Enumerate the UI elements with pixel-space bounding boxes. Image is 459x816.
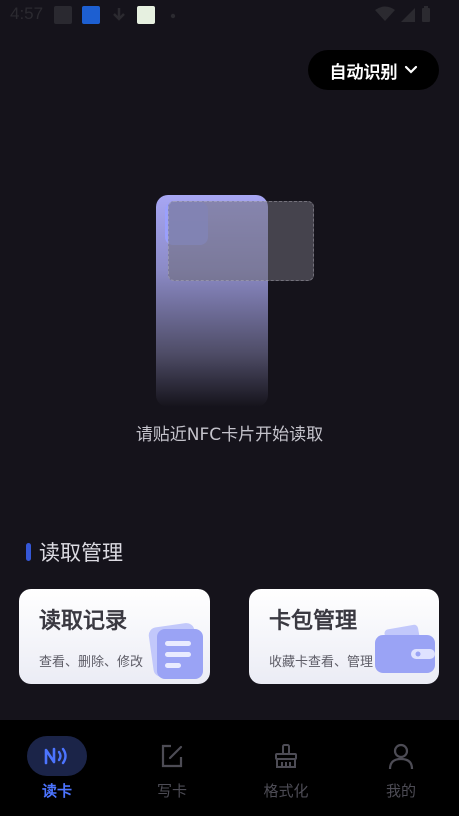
read-hint: 请贴近NFC卡片开始读取 <box>135 425 324 445</box>
tile-subtitle: 查看、删除、修改 <box>39 655 144 670</box>
tab-write-card[interactable]: 写卡 <box>115 720 229 816</box>
card-wallet-tile[interactable]: 卡包管理 收藏卡查看、管理 <box>249 589 439 684</box>
tile-title: 读取记录 <box>39 609 128 634</box>
tile-title: 卡包管理 <box>269 609 358 634</box>
tab-mine[interactable]: 我的 <box>344 720 458 816</box>
nfc-card-illustration <box>168 201 314 281</box>
tab-label: 写卡 <box>156 782 187 800</box>
tab-label: 格式化 <box>263 782 309 800</box>
tile-subtitle: 收藏卡查看、管理 <box>269 655 374 670</box>
user-icon <box>371 736 431 776</box>
read-records-tile[interactable]: 读取记录 查看、删除、修改 <box>19 589 210 684</box>
nfc-icon <box>27 736 87 776</box>
tab-label: 我的 <box>385 782 416 800</box>
tab-read-card[interactable]: 读卡 <box>0 720 114 816</box>
bottom-tab-bar: 读卡 写卡 格式化 我的 <box>0 720 459 816</box>
section-accent-bar <box>26 543 31 561</box>
section-title: 读取管理 <box>39 541 123 565</box>
broom-icon <box>256 736 316 776</box>
tab-format[interactable]: 格式化 <box>229 720 343 816</box>
section-header: 读取管理 <box>26 537 123 567</box>
document-stack-icon <box>148 623 203 679</box>
edit-icon <box>142 736 202 776</box>
wallet-icon <box>375 624 435 673</box>
tab-label: 读卡 <box>41 782 72 800</box>
nfc-illustration <box>0 0 459 420</box>
